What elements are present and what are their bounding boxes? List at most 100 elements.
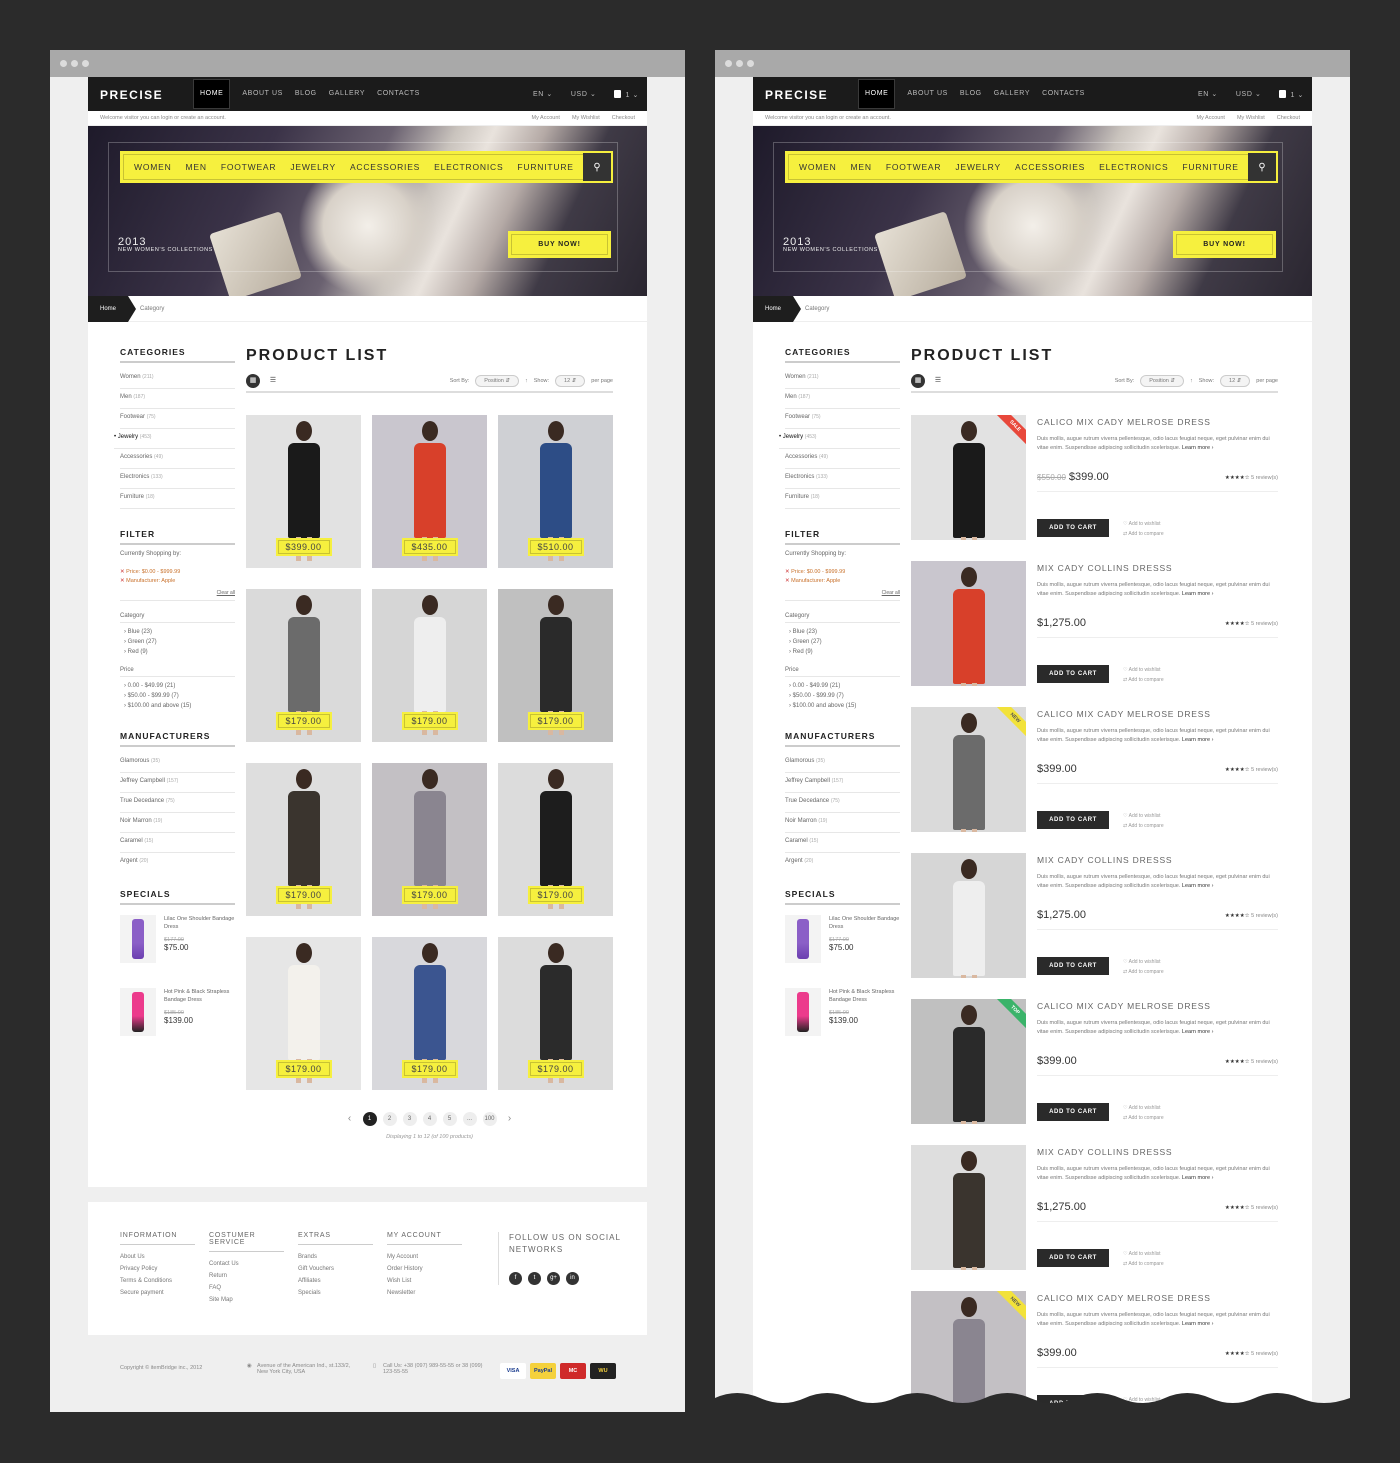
category-furniture[interactable]: FURNITURE [1182,162,1238,172]
footer-link[interactable]: Specials [298,1290,373,1296]
window-dot[interactable] [60,60,67,67]
footer-link[interactable]: Terms & Conditions [120,1278,195,1284]
category-link[interactable]: Men (187) [785,389,900,409]
add-to-wishlist-link[interactable]: ♡ Add to wishlist [1123,519,1164,529]
product-price[interactable]: $179.00 [275,1060,332,1078]
learn-more-link[interactable]: Learn more › [1182,445,1214,451]
product-price[interactable]: $179.00 [527,712,584,730]
window-dot[interactable] [725,60,732,67]
rating[interactable]: ★★★★☆ 5 review(s) [1225,475,1278,481]
product-name[interactable]: MIX CADY COLLINS DRESSS [1037,1147,1278,1157]
cart-button[interactable]: 1 ⌄ [1279,89,1304,99]
review-count[interactable]: 5 review(s) [1251,1059,1278,1065]
category-filter-option[interactable]: › Red (9) [785,647,900,657]
product-image[interactable]: NEW [911,707,1026,832]
learn-more-link[interactable]: Learn more › [1182,1321,1214,1327]
product-price[interactable]: $179.00 [401,712,458,730]
product-card[interactable]: $179.00 [498,589,613,742]
window-dot[interactable] [82,60,89,67]
buy-now-button[interactable]: BUY NOW! [508,231,611,258]
currency-select[interactable]: USD ⌄ [571,90,597,98]
price-filter-option[interactable]: › $100.00 and above (15) [120,701,235,711]
category-electronics[interactable]: ELECTRONICS [434,162,503,172]
add-to-cart-button[interactable]: ADD TO CART [1037,1103,1109,1121]
footer-link[interactable]: About Us [120,1254,195,1260]
category-filter-option[interactable]: › Green (27) [785,637,900,647]
category-furniture[interactable]: FURNITURE [517,162,573,172]
price-filter-option[interactable]: › 0.00 - $49.99 (21) [785,681,900,691]
my-account-link[interactable]: My Account [532,115,560,121]
category-men[interactable]: MEN [851,162,872,172]
footer-link[interactable]: My Account [387,1254,462,1260]
manufacturer-link[interactable]: True Decedance (75) [120,793,235,813]
product-price[interactable]: $435.00 [401,538,458,556]
page-number[interactable]: ... [462,1112,477,1126]
category-link[interactable]: Electronics (133) [120,469,235,489]
category-filter-option[interactable]: › Red (9) [120,647,235,657]
footer-link[interactable]: Secure payment [120,1290,195,1296]
linkedin-icon[interactable]: in [566,1272,579,1285]
nav-about[interactable]: ABOUT US [901,77,953,111]
my-account-link[interactable]: My Account [1197,115,1225,121]
category-women[interactable]: WOMEN [799,162,837,172]
my-wishlist-link[interactable]: My Wishlist [1237,115,1265,121]
footer-link[interactable]: Site Map [209,1297,284,1303]
page-number[interactable]: 2 [382,1112,397,1126]
nav-contacts[interactable]: CONTACTS [1036,77,1091,111]
window-dot[interactable] [71,60,78,67]
review-count[interactable]: 5 review(s) [1251,913,1278,919]
add-to-compare-link[interactable]: ⇄ Add to compare [1123,821,1164,831]
rating[interactable]: ★★★★☆ 5 review(s) [1225,1059,1278,1065]
search-icon[interactable]: ⚲ [1248,153,1276,181]
manufacturer-link[interactable]: True Decedance (75) [785,793,900,813]
category-accessories[interactable]: ACCESSORIES [1015,162,1085,172]
manufacturer-link[interactable]: Noir Marron (19) [120,813,235,833]
product-name[interactable]: CALICO MIX CADY MELROSE DRESS [1037,709,1278,719]
manufacturer-link[interactable]: Glamorous (35) [120,753,235,773]
rating[interactable]: ★★★★☆ 5 review(s) [1225,913,1278,919]
special-thumbnail[interactable] [785,915,821,963]
category-link[interactable]: Furniture (18) [120,489,235,509]
add-to-wishlist-link[interactable]: ♡ Add to wishlist [1123,1103,1164,1113]
manufacturer-link[interactable]: Argent (20) [120,853,235,873]
category-women[interactable]: WOMEN [134,162,172,172]
category-filter-option[interactable]: › Green (27) [120,637,235,647]
product-price[interactable]: $399.00 [275,538,332,556]
add-to-compare-link[interactable]: ⇄ Add to compare [1123,967,1164,977]
next-page-icon[interactable]: › [503,1112,517,1126]
footer-link[interactable]: Affiliates [298,1278,373,1284]
active-filter-manufacturer[interactable]: ✕ Manufacturer: Apple [120,578,235,584]
category-link[interactable]: Footwear (75) [120,409,235,429]
manufacturer-link[interactable]: Jeffrey Campbell (157) [120,773,235,793]
nav-contacts[interactable]: CONTACTS [371,77,426,111]
sort-direction-icon[interactable]: ↑ [525,378,528,384]
manufacturer-link[interactable]: Caramel (15) [785,833,900,853]
prev-page-icon[interactable]: ‹ [343,1112,357,1126]
product-price[interactable]: $510.00 [527,538,584,556]
page-number[interactable]: 3 [402,1112,417,1126]
product-image[interactable] [911,1145,1026,1270]
footer-link[interactable]: Brands [298,1254,373,1260]
footer-link[interactable]: Wish List [387,1278,462,1284]
active-filter-manufacturer[interactable]: ✕ Manufacturer: Apple [785,578,900,584]
product-card[interactable]: $399.00 [246,415,361,568]
review-count[interactable]: 5 review(s) [1251,767,1278,773]
category-footwear[interactable]: FOOTWEAR [886,162,942,172]
price-filter-option[interactable]: › $50.00 - $99.99 (7) [120,691,235,701]
review-count[interactable]: 5 review(s) [1251,475,1278,481]
product-card[interactable]: $179.00 [246,589,361,742]
footer-link[interactable]: FAQ [209,1285,284,1291]
product-card[interactable]: $179.00 [372,937,487,1090]
footer-link[interactable]: Privacy Policy [120,1266,195,1272]
product-card[interactable]: $179.00 [372,763,487,916]
sort-direction-icon[interactable]: ↑ [1190,378,1193,384]
product-card[interactable]: $179.00 [246,763,361,916]
window-dot[interactable] [736,60,743,67]
price-filter-option[interactable]: › 0.00 - $49.99 (21) [120,681,235,691]
learn-more-link[interactable]: Learn more › [1182,883,1214,889]
nav-home[interactable]: HOME [193,79,231,109]
review-count[interactable]: 5 review(s) [1251,1205,1278,1211]
footer-link[interactable]: Newsletter [387,1290,462,1296]
facebook-icon[interactable]: f [509,1272,522,1285]
footer-link[interactable]: Gift Vouchers [298,1266,373,1272]
